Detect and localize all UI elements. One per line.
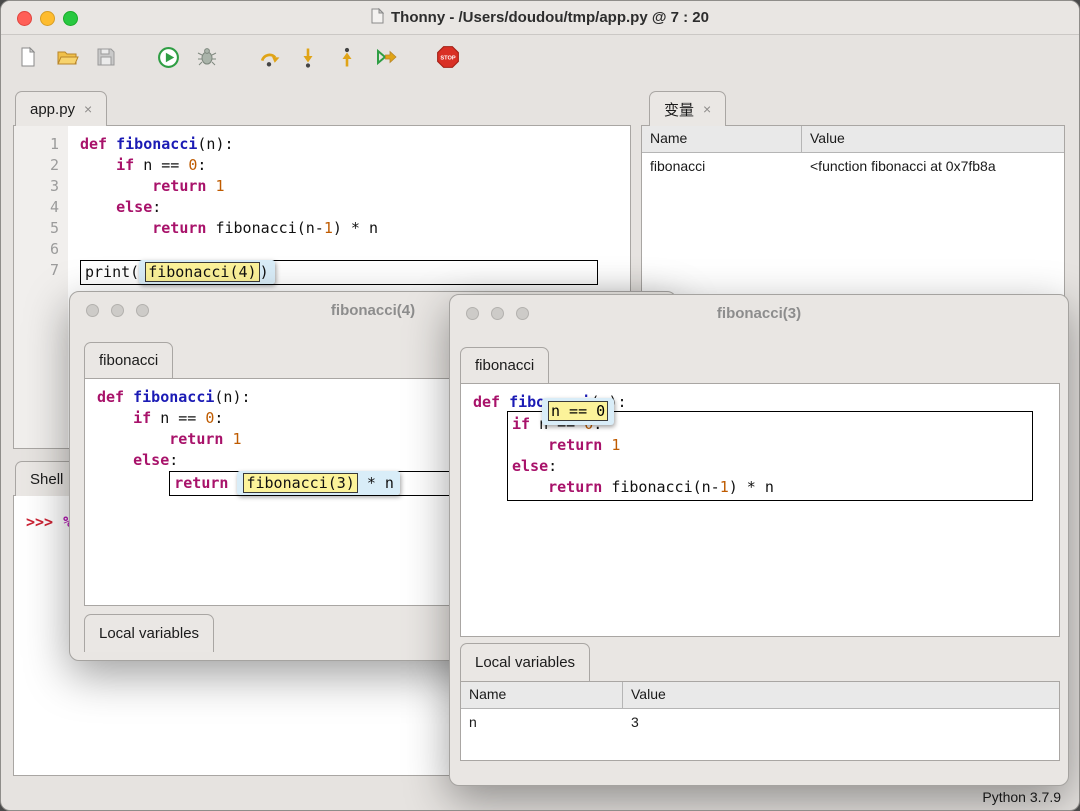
local-variables-header: Name Value (461, 682, 1059, 709)
toolbar: STOP (1, 34, 1079, 80)
tab-close-icon[interactable]: × (84, 101, 92, 117)
eval-bubble: fibonacci(4)) (139, 260, 274, 284)
tab-variables[interactable]: 变量 × (649, 91, 726, 126)
stop-icon[interactable]: STOP (435, 44, 461, 70)
tab-label: Shell (30, 471, 63, 488)
dialog-title: fibonacci(4) (331, 302, 415, 319)
python-version-label: Python 3.7.9 (982, 789, 1061, 805)
tab-fibonacci[interactable]: fibonacci (460, 347, 549, 383)
tab-label: Local variables (475, 654, 575, 671)
tab-fibonacci[interactable]: fibonacci (84, 342, 173, 378)
status-bar: Python 3.7.9 (1, 784, 1079, 810)
dialog-title: fibonacci(3) (717, 305, 801, 322)
tab-label: 变量 (664, 99, 694, 120)
evaluated-expression: fibonacci(4) (145, 262, 259, 282)
minimize-button[interactable] (40, 11, 55, 26)
variable-name: fibonacci (642, 153, 802, 181)
tab-label: fibonacci (99, 352, 158, 369)
debug-script-icon[interactable] (194, 44, 220, 70)
eval-bubble: fibonacci(3) * n (237, 471, 400, 495)
traffic-lights (17, 11, 78, 26)
resume-icon[interactable] (373, 44, 399, 70)
evaluated-expression: n == 0 (548, 401, 608, 421)
thonny-window: Thonny - /Users/doudou/tmp/app.py @ 7 : … (0, 0, 1080, 811)
run-script-icon[interactable] (155, 44, 181, 70)
step-into-icon[interactable] (295, 44, 321, 70)
svg-text:STOP: STOP (440, 56, 456, 62)
column-header-value: Value (802, 126, 1064, 152)
title-bar: Thonny - /Users/doudou/tmp/app.py @ 7 : … (1, 1, 1079, 35)
variable-name: n (461, 709, 623, 737)
variable-value: <function fibonacci at 0x7fb8a (802, 153, 1064, 181)
code-lines: def fibonacci(n): if n == 0: return 1 el… (80, 134, 630, 260)
window-title: Thonny - /Users/doudou/tmp/app.py @ 7 : … (371, 8, 709, 28)
line-number-gutter: 1234567 (14, 126, 68, 448)
code-lines: if n == 0: return 1else: return fibonacc… (512, 414, 1028, 498)
document-icon (371, 8, 384, 28)
tab-label: fibonacci (475, 357, 534, 374)
evaluated-expression: fibonacci(3) (243, 473, 357, 493)
shell-prompt: >>> (26, 513, 53, 531)
active-statement-line: print(fibonacci(4)) (80, 260, 630, 285)
column-header-value: Value (623, 682, 1059, 708)
local-variables-table: Name Value n 3 (460, 681, 1060, 761)
minimize-button[interactable] (111, 304, 124, 317)
zoom-button[interactable] (516, 307, 529, 320)
dialog-title-bar: fibonacci(3) (450, 295, 1068, 333)
tab-local-variables[interactable]: Local variables (84, 614, 214, 652)
step-over-icon[interactable] (256, 44, 282, 70)
column-header-name: Name (461, 682, 623, 708)
close-button[interactable] (466, 307, 479, 320)
dialog-fibonacci-3: fibonacci(3) fibonacci def fibonacci(n):… (449, 294, 1069, 786)
tab-app-py[interactable]: app.py × (15, 91, 107, 126)
tab-label: Local variables (99, 625, 199, 642)
tab-local-variables[interactable]: Local variables (460, 643, 590, 681)
minimize-button[interactable] (491, 307, 504, 320)
zoom-button[interactable] (136, 304, 149, 317)
tab-label: app.py (30, 101, 75, 118)
window-dots (466, 307, 529, 320)
tab-close-icon[interactable]: × (703, 101, 711, 117)
step-out-icon[interactable] (334, 44, 360, 70)
eval-tooltip: n == 0 (542, 398, 614, 425)
active-statement-box: print(fibonacci(4)) (80, 260, 598, 285)
column-header-name: Name (642, 126, 802, 152)
variables-table-header: Name Value (642, 126, 1064, 153)
open-file-icon[interactable] (54, 44, 80, 70)
variables-row[interactable]: fibonacci <function fibonacci at 0x7fb8a (642, 153, 1064, 181)
local-variable-row[interactable]: n 3 (461, 709, 1059, 737)
variable-value: 3 (623, 709, 1059, 737)
close-button[interactable] (86, 304, 99, 317)
new-file-icon[interactable] (15, 44, 41, 70)
close-button[interactable] (17, 11, 32, 26)
window-dots (86, 304, 149, 317)
save-file-icon[interactable] (93, 44, 119, 70)
zoom-button[interactable] (63, 11, 78, 26)
